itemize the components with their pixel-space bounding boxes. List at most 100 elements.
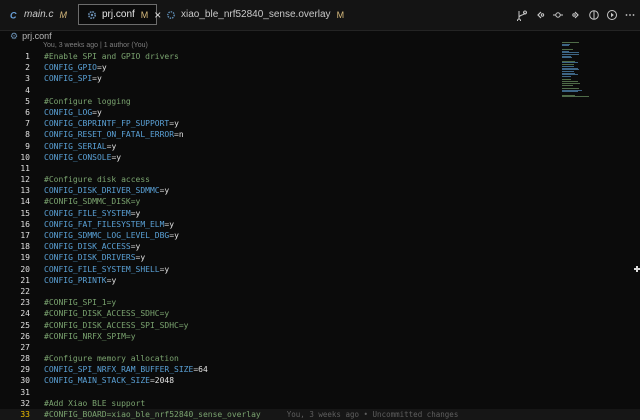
config-key: CONFIG_FILE_SYSTEM_SHELL (44, 264, 160, 274)
comment-text: #CONFIG_SPI_1=y (44, 298, 117, 308)
tab-main-c[interactable]: C main.c M (0, 4, 76, 25)
config-value: y (101, 63, 107, 73)
line-number: 2 (25, 63, 30, 73)
source-control-icon[interactable] (516, 9, 528, 21)
codelens-blame[interactable]: You, 3 weeks ago | 1 author (You) (43, 41, 148, 50)
code-line[interactable]: 8 CONFIG_RESET_ON_FATAL_ERROR=n (0, 129, 640, 140)
go-next-change-icon[interactable] (570, 9, 582, 21)
more-icon[interactable] (624, 9, 636, 21)
tab-overlay[interactable]: xiao_ble_nrf52840_sense.overlay M (158, 4, 344, 25)
code-line[interactable]: 27 (0, 342, 640, 353)
tab-bar: C main.c M prj.conf M × xiao_ble_nrf5284… (0, 0, 640, 31)
line-number: 27 (20, 342, 30, 352)
code-line[interactable]: 15 CONFIG_FILE_SYSTEM=y (0, 208, 640, 219)
line-number: 15 (20, 208, 30, 218)
line-number: 31 (20, 387, 30, 397)
minimap-line (562, 91, 579, 93)
line-content: CONFIG_DISK_DRIVERS=y (44, 252, 145, 263)
minimap[interactable] (562, 42, 592, 102)
line-content: CONFIG_FILE_SYSTEM_SHELL=y (44, 264, 169, 275)
line-content: CONFIG_LOG=y (44, 107, 102, 118)
modified-badge: M (140, 9, 149, 20)
config-value: y (140, 253, 146, 263)
code-line[interactable]: 10 CONFIG_CONSOLE=y (0, 152, 640, 163)
modified-badge: M (59, 9, 67, 20)
line-content: CONFIG_CBPRINTF_FP_SUPPORT=y (44, 118, 179, 129)
line-content: #Configure disk access (44, 174, 150, 185)
code-line[interactable]: 25 #CONFIG_DISK_ACCESS_SPI_SDHC=y (0, 320, 640, 331)
config-key: CONFIG_DISK_ACCESS (44, 242, 131, 252)
line-content: CONFIG_FILE_SYSTEM=y (44, 208, 140, 219)
code-line[interactable]: 12 #Configure disk access (0, 174, 640, 185)
line-number: 16 (20, 219, 30, 229)
line-content: CONFIG_SPI_NRFX_RAM_BUFFER_SIZE=64 (44, 364, 208, 375)
line-number: 8 (25, 130, 30, 140)
code-line[interactable]: 7 CONFIG_CBPRINTF_FP_SUPPORT=y (0, 118, 640, 129)
run-icon[interactable] (606, 9, 618, 21)
code-line[interactable]: 23 #CONFIG_SPI_1=y (0, 297, 640, 308)
config-value: y (111, 141, 117, 151)
config-key: CONFIG_SPI (44, 74, 93, 84)
line-number: 29 (20, 365, 30, 375)
config-key: CONFIG_PRINTK (44, 275, 107, 285)
code-line[interactable]: 24 #CONFIG_DISK_ACCESS_SDHC=y (0, 308, 640, 319)
line-content: #CONFIG_SDMMC_DISK=y (44, 196, 140, 207)
tab-label: main.c (24, 9, 54, 20)
code-line[interactable]: 19 CONFIG_DISK_DRIVERS=y (0, 252, 640, 263)
line-content: CONFIG_SERIAL=y (44, 141, 116, 152)
minimap-line (562, 76, 571, 77)
line-content: #Add Xiao BLE support (44, 398, 145, 409)
line-content: CONFIG_RESET_ON_FATAL_ERROR=n (44, 129, 184, 140)
line-number: 18 (20, 242, 30, 252)
code-line[interactable]: 1 #Enable SPI and GPIO drivers (0, 51, 640, 62)
code-line[interactable]: 16 CONFIG_FAT_FILESYSTEM_ELM=y (0, 219, 640, 230)
code-line[interactable]: 6 CONFIG_LOG=y (0, 107, 640, 118)
scrollbar-marker (636, 266, 638, 272)
code-line[interactable]: 32 #Add Xiao BLE support (0, 398, 640, 409)
config-value: y (174, 231, 179, 240)
config-key: CONFIG_DISK_DRIVERS (44, 253, 136, 263)
code-line[interactable]: 4 (0, 85, 640, 96)
tab-prj-conf[interactable]: prj.conf M × (78, 4, 161, 25)
config-key: CONFIG_SERIAL (44, 141, 107, 151)
code-line[interactable]: 33 #CONFIG_BOARD=xiao_ble_nrf52840_sense_… (0, 409, 640, 420)
go-back-icon[interactable] (534, 9, 546, 21)
go-prev-change-icon[interactable] (552, 9, 564, 21)
line-number: 17 (20, 231, 30, 240)
config-value: y (111, 275, 117, 285)
line-number: 19 (20, 253, 30, 263)
code-line[interactable]: 5 #Configure logging (0, 96, 640, 107)
code-line[interactable]: 11 (0, 163, 640, 174)
line-number: 3 (25, 74, 30, 84)
code-line[interactable]: 18 CONFIG_DISK_ACCESS=y (0, 241, 640, 252)
code-line[interactable]: 14 #CONFIG_SDMMC_DISK=y (0, 196, 640, 207)
line-number: 24 (20, 309, 30, 319)
code-line[interactable]: 26 #CONFIG_NRFX_SPIM=y (0, 331, 640, 342)
line-content: CONFIG_FAT_FILESYSTEM_ELM=y (44, 219, 174, 230)
code-line[interactable]: 9 CONFIG_SERIAL=y (0, 141, 640, 152)
comment-text: #CONFIG_DISK_ACCESS_SDHC=y (44, 309, 170, 319)
code-line[interactable]: 17 CONFIG_SDMMC_LOG_LEVEL_DBG=y (0, 230, 640, 241)
line-number: 26 (20, 331, 30, 341)
code-line[interactable]: 13 CONFIG_DISK_DRIVER_SDMMC=y (0, 185, 640, 196)
line-content: #CONFIG_DISK_ACCESS_SPI_SDHC=y (44, 320, 189, 331)
code-line[interactable]: 2 CONFIG_GPIO=y (0, 62, 640, 73)
line-number: 25 (20, 320, 30, 330)
line-content: #CONFIG_DISK_ACCESS_SDHC=y (44, 308, 169, 319)
code-line[interactable]: 22 (0, 286, 640, 297)
line-content: CONFIG_PRINTK=y (44, 275, 116, 286)
code-line[interactable]: 20 CONFIG_FILE_SYSTEM_SHELL=y (0, 264, 640, 275)
line-content: #CONFIG_SPI_1=y (44, 297, 116, 308)
code-line[interactable]: 21 CONFIG_PRINTK=y (0, 275, 640, 286)
gear-icon: ⚙ (10, 30, 19, 41)
code-line[interactable]: 30 CONFIG_MAIN_STACK_SIZE=2048 (0, 375, 640, 386)
code-line[interactable]: 31 (0, 387, 640, 398)
line-content: CONFIG_SDMMC_LOG_LEVEL_DBG=y (44, 230, 179, 241)
config-value: y (135, 208, 141, 218)
breadcrumb-file[interactable]: prj.conf (22, 31, 52, 41)
code-line[interactable]: 28 #Configure memory allocation (0, 353, 640, 364)
code-editor[interactable]: You, 3 weeks ago | 1 author (You) 1 #Enab… (0, 41, 640, 420)
code-line[interactable]: 29 CONFIG_SPI_NRFX_RAM_BUFFER_SIZE=64 (0, 364, 640, 375)
compare-icon[interactable] (588, 9, 600, 21)
code-line[interactable]: 3 CONFIG_SPI=y (0, 73, 640, 84)
